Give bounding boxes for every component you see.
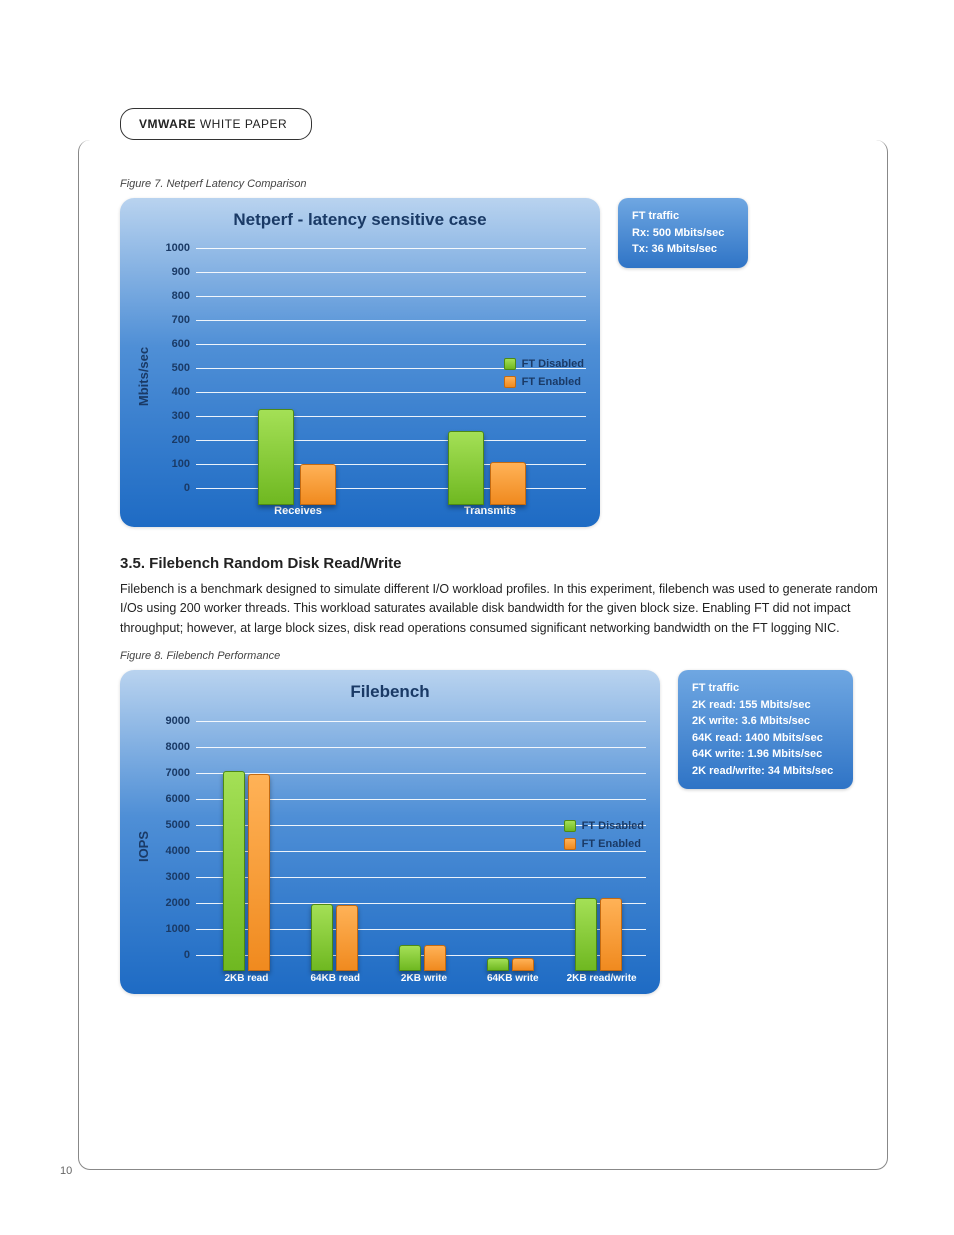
y-tick-label: 600 — [154, 338, 196, 350]
page-content: Figure 7. Netperf Latency Comparison Net… — [120, 178, 890, 1022]
y-tick-label: 4000 — [154, 845, 196, 857]
figure7-row: Netperf - latency sensitive case FT Disa… — [120, 198, 890, 527]
doc-type: WHITE PAPER — [200, 117, 287, 131]
bar-group — [399, 945, 446, 971]
bar — [490, 462, 526, 505]
infobox-line: 64K read: 1400 Mbits/sec — [692, 730, 839, 747]
swatch-ft-disabled — [564, 820, 576, 832]
figure8-row: Filebench FT Disabled FT Enabled IOPS 90… — [120, 670, 890, 994]
bar — [223, 771, 245, 971]
y-tick-label: 5000 — [154, 819, 196, 831]
bar-group — [448, 431, 526, 505]
y-tick-label: 400 — [154, 386, 196, 398]
tick-row: 9000 — [154, 708, 646, 734]
infobox-title: FT traffic — [692, 680, 839, 697]
bar — [487, 958, 509, 971]
bar-group — [575, 898, 622, 971]
y-tick-label: 9000 — [154, 715, 196, 727]
infobox-line: 2K write: 3.6 Mbits/sec — [692, 713, 839, 730]
bar — [258, 409, 294, 505]
y-tick-label: 8000 — [154, 741, 196, 753]
gridline — [196, 248, 586, 249]
y-tick-label: 7000 — [154, 767, 196, 779]
chart2-title: Filebench — [134, 682, 646, 702]
bar — [575, 898, 597, 971]
y-tick-label: 3000 — [154, 871, 196, 883]
y-tick-label: 300 — [154, 410, 196, 422]
bar — [424, 945, 446, 971]
bar-group — [258, 409, 336, 505]
swatch-ft-enabled — [504, 376, 516, 388]
y-tick-label: 2000 — [154, 897, 196, 909]
brand: VMWARE — [139, 117, 196, 131]
legend-label-a: FT Disabled — [582, 820, 644, 832]
section-heading: 3.5. Filebench Random Disk Read/Write — [120, 555, 890, 572]
section-body: Filebench is a benchmark designed to sim… — [120, 580, 890, 638]
bar — [311, 904, 333, 972]
x-tick-label: 2KB read/write — [557, 973, 646, 984]
chart-netperf: Netperf - latency sensitive case FT Disa… — [120, 198, 600, 527]
legend-label-b: FT Enabled — [522, 376, 581, 388]
chart1-legend: FT Disabled FT Enabled — [504, 358, 584, 388]
infobox-title: FT traffic — [632, 208, 734, 225]
chart2-ylabel: IOPS — [137, 831, 152, 862]
bar-group — [223, 771, 270, 971]
y-tick-label: 900 — [154, 266, 196, 278]
swatch-ft-enabled — [564, 838, 576, 850]
chart1-ylabel: Mbits/sec — [137, 347, 152, 406]
x-tick-label: 2KB write — [380, 973, 469, 984]
chart2-legend: FT Disabled FT Enabled — [564, 820, 644, 850]
x-tick-label: 64KB read — [291, 973, 380, 984]
header-tab: VMWARE WHITE PAPER — [120, 108, 312, 140]
legend-label-a: FT Disabled — [522, 358, 584, 370]
chart1-title: Netperf - latency sensitive case — [134, 210, 586, 230]
tick-row: 1000 — [154, 236, 586, 260]
infobox-line: Rx: 500 Mbits/sec — [632, 225, 734, 242]
x-tick-label: 2KB read — [202, 973, 291, 984]
y-tick-label: 800 — [154, 290, 196, 302]
bar-group — [311, 904, 358, 972]
y-tick-label: 100 — [154, 458, 196, 470]
infobox-line: Tx: 36 Mbits/sec — [632, 241, 734, 258]
bar — [600, 898, 622, 971]
y-tick-label: 0 — [154, 949, 196, 961]
gridline — [196, 721, 646, 722]
swatch-ft-disabled — [504, 358, 516, 370]
infobox-line: 2K read: 155 Mbits/sec — [692, 697, 839, 714]
figure8-infobox: FT traffic 2K read: 155 Mbits/sec 2K wri… — [678, 670, 853, 789]
y-tick-label: 1000 — [154, 242, 196, 254]
figure8-caption: Figure 8. Filebench Performance — [120, 650, 890, 662]
legend-label-b: FT Enabled — [582, 838, 641, 850]
y-tick-label: 0 — [154, 482, 196, 494]
y-tick-label: 1000 — [154, 923, 196, 935]
bar — [448, 431, 484, 505]
x-tick-label: 64KB write — [468, 973, 557, 984]
infobox-line: 2K read/write: 34 Mbits/sec — [692, 763, 839, 780]
y-tick-label: 200 — [154, 434, 196, 446]
y-tick-label: 700 — [154, 314, 196, 326]
bar — [248, 774, 270, 972]
figure7-infobox: FT traffic Rx: 500 Mbits/sec Tx: 36 Mbit… — [618, 198, 748, 268]
chart-filebench: Filebench FT Disabled FT Enabled IOPS 90… — [120, 670, 660, 994]
bar — [336, 905, 358, 971]
y-tick-label: 500 — [154, 362, 196, 374]
y-tick-label: 6000 — [154, 793, 196, 805]
page-number: 10 — [60, 1165, 72, 1177]
bar — [512, 958, 534, 971]
bar — [399, 945, 421, 971]
infobox-line: 64K write: 1.96 Mbits/sec — [692, 746, 839, 763]
x-tick-label: Receives — [202, 505, 394, 517]
x-tick-label: Transmits — [394, 505, 586, 517]
figure7-caption: Figure 7. Netperf Latency Comparison — [120, 178, 890, 190]
bar — [300, 464, 336, 505]
bar-group — [487, 958, 534, 971]
